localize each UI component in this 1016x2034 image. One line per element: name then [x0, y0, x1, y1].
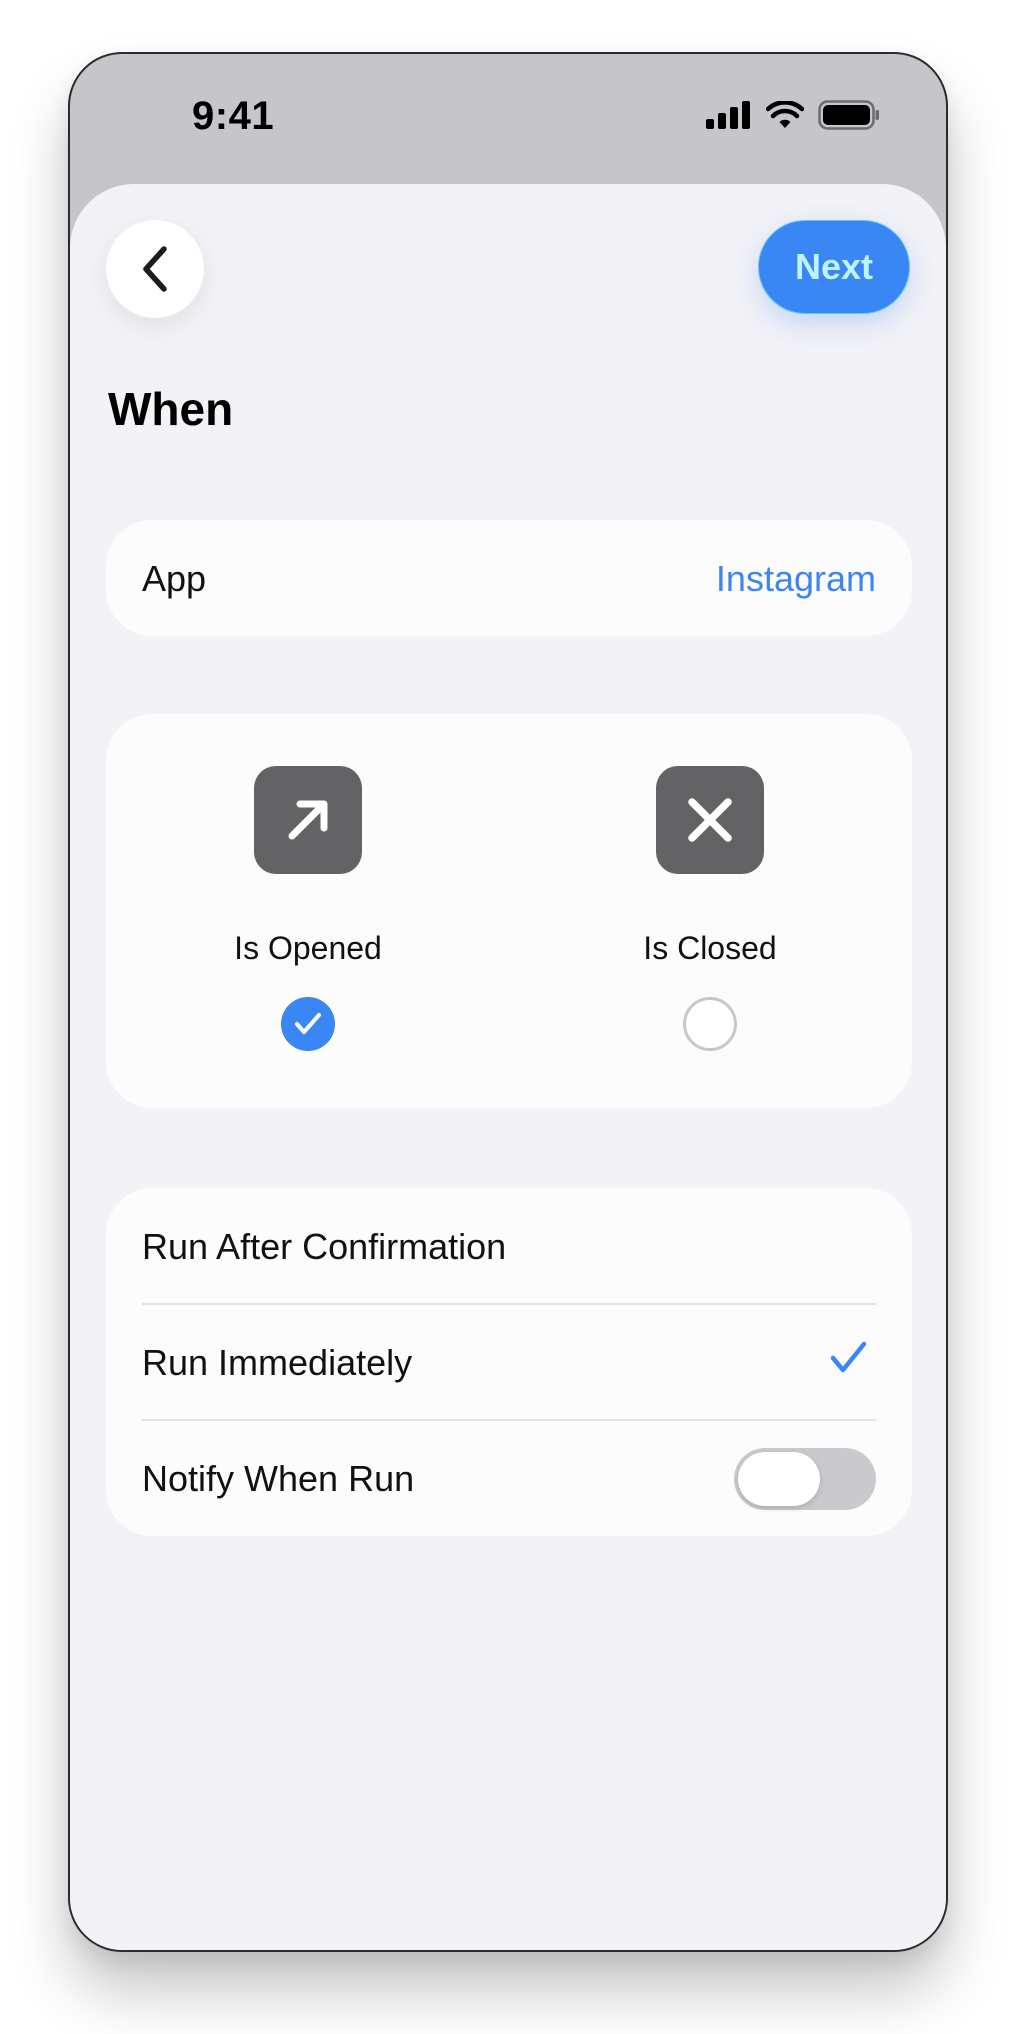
- option-label: Run After Confirmation: [142, 1226, 507, 1267]
- tile-is-closed: [656, 766, 764, 874]
- app-row[interactable]: App Instagram: [106, 520, 912, 636]
- radio-unselected[interactable]: [683, 997, 737, 1051]
- back-button[interactable]: [106, 220, 204, 318]
- status-time: 9:41: [192, 94, 275, 138]
- phone-frame: 9:41 Next When App Instagram Is Opened I…: [68, 52, 948, 1952]
- battery-icon: [818, 100, 879, 130]
- next-button[interactable]: Next: [758, 220, 910, 314]
- modal-sheet: Next When App Instagram Is Opened Is Clo…: [70, 184, 946, 1950]
- choice-label: Is Opened: [234, 930, 382, 966]
- radio-selected[interactable]: [281, 997, 335, 1051]
- tile-is-opened: [254, 766, 362, 874]
- status-icons: [706, 100, 880, 130]
- choice-is-opened[interactable]: Is Opened: [198, 766, 418, 1051]
- notify-when-run-row: Notify When Run: [106, 1420, 912, 1536]
- wifi-icon: [766, 101, 804, 128]
- app-row-label: App: [142, 558, 207, 599]
- cellular-signal-icon: [706, 101, 750, 129]
- checkmark-icon: [295, 1013, 321, 1034]
- app-row-value[interactable]: Instagram: [716, 558, 876, 600]
- option-run-after-confirmation[interactable]: Run After Confirmation: [106, 1188, 912, 1304]
- arrow-up-right-icon: [288, 800, 328, 840]
- notify-toggle[interactable]: [734, 1448, 876, 1510]
- choice-is-closed[interactable]: Is Closed: [600, 766, 820, 1051]
- checkmark-icon: [830, 1341, 867, 1373]
- section-title: When: [108, 383, 234, 435]
- option-label: Run Immediately: [142, 1342, 413, 1383]
- xmark-icon: [688, 798, 732, 842]
- toggle-knob: [738, 1452, 820, 1506]
- choice-label: Is Closed: [643, 930, 777, 966]
- trigger-choice-card: Is Opened Is Closed: [106, 714, 912, 1108]
- run-options-card: Run After Confirmation Run Immediately N…: [106, 1188, 912, 1536]
- option-run-immediately[interactable]: Run Immediately: [106, 1304, 912, 1420]
- chevron-left-icon: [143, 246, 167, 292]
- notify-label: Notify When Run: [142, 1458, 415, 1499]
- status-bar: 9:41: [70, 54, 946, 184]
